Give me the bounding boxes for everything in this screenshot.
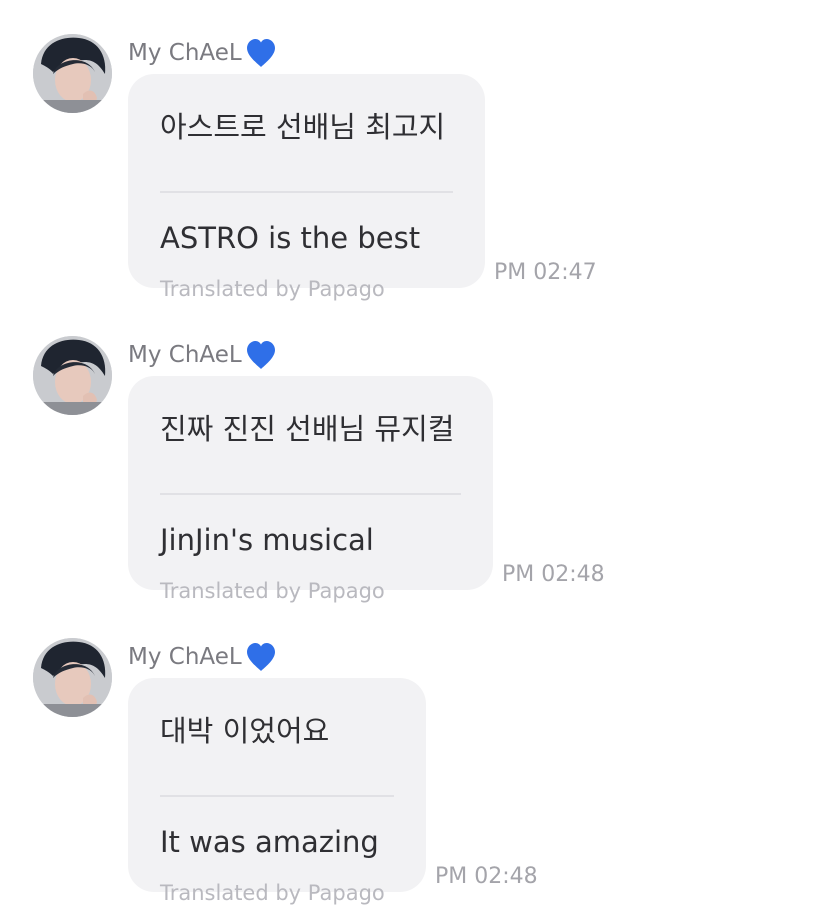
- blue-heart-icon: [246, 39, 275, 67]
- message-bubble[interactable]: 대박 이었어요 It was amazing Translated by Pap…: [128, 678, 426, 905]
- translated-text: ASTRO is the best: [160, 221, 421, 255]
- translated-text: JinJin's musical: [160, 523, 374, 557]
- translation-credit: Translated by Papago: [160, 579, 385, 603]
- sender-name-text: My ChAeL: [128, 644, 242, 670]
- sender-name-text: My ChAeL: [128, 342, 242, 368]
- translation-credit: Translated by Papago: [160, 881, 385, 905]
- blue-heart-icon: [246, 643, 275, 671]
- original-text: 대박 이었어요: [160, 714, 330, 748]
- original-text: 진짜 진진 선배님 뮤지컬: [160, 412, 455, 446]
- sender-name: My ChAeL: [128, 640, 278, 674]
- blue-heart-icon: [246, 341, 275, 369]
- avatar[interactable]: [33, 34, 112, 113]
- sender-name-text: My ChAeL: [128, 40, 242, 66]
- divider: [160, 191, 453, 193]
- original-text: 아스트로 선배님 최고지: [160, 110, 446, 144]
- timestamp: PM 02:48: [502, 562, 605, 587]
- divider: [160, 795, 394, 797]
- message-bubble[interactable]: 진짜 진진 선배님 뮤지컬 JinJin's musical Translate…: [128, 376, 493, 603]
- translation-credit: Translated by Papago: [160, 277, 385, 301]
- sender-name: My ChAeL: [128, 36, 278, 70]
- timestamp: PM 02:47: [494, 260, 597, 285]
- avatar[interactable]: [33, 638, 112, 717]
- sender-name: My ChAeL: [128, 338, 278, 372]
- avatar[interactable]: [33, 336, 112, 415]
- divider: [160, 493, 461, 495]
- message-bubble[interactable]: 아스트로 선배님 최고지 ASTRO is the best Translate…: [128, 74, 485, 301]
- timestamp: PM 02:48: [435, 864, 538, 889]
- translated-text: It was amazing: [160, 825, 379, 859]
